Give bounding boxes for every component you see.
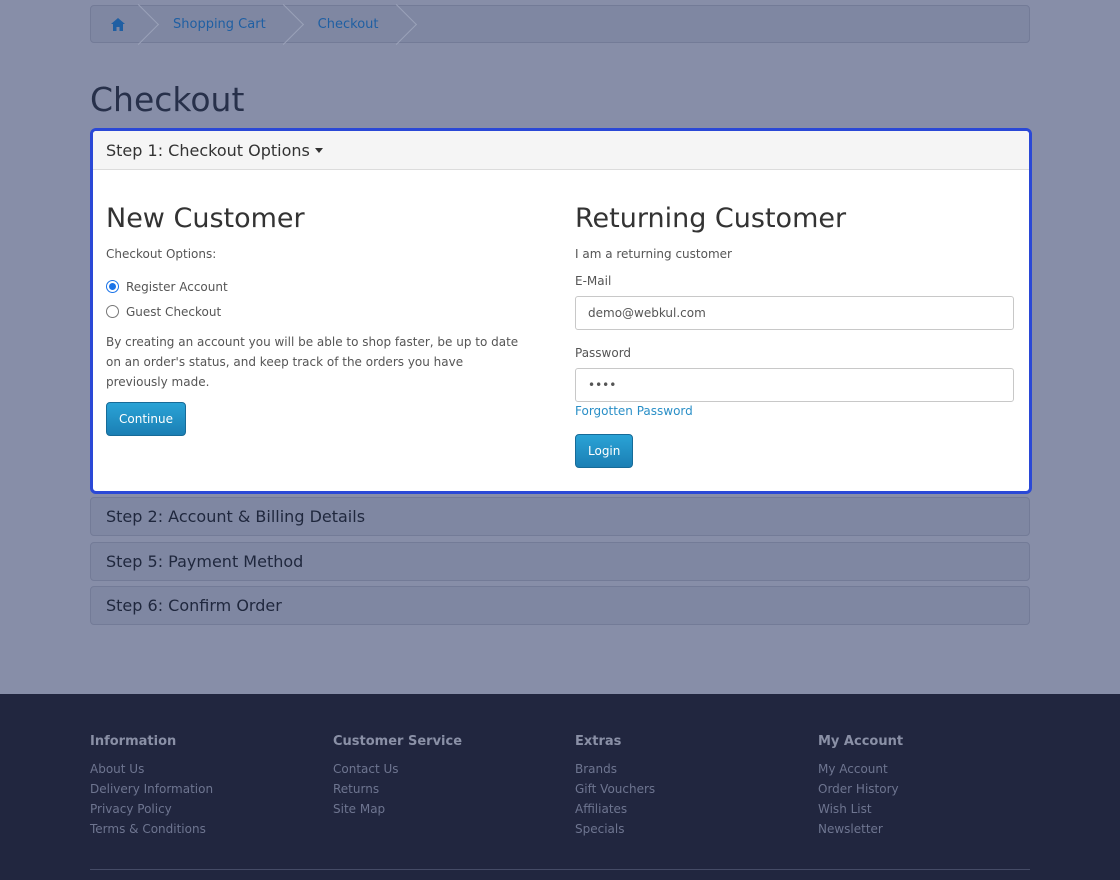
footer-customer-service: Customer Service Contact Us Returns Site…	[333, 734, 462, 819]
footer-my-account: My Account My Account Order History Wish…	[818, 734, 903, 839]
footer-divider	[90, 869, 1030, 870]
footer: Information About Us Delivery Informatio…	[0, 694, 1120, 880]
footer-link-gift-vouchers[interactable]: Gift Vouchers	[575, 779, 655, 799]
step5-title: Step 5: Payment Method	[106, 552, 304, 571]
forgotten-password-link[interactable]: Forgotten Password	[575, 404, 1015, 418]
footer-information-heading: Information	[90, 734, 177, 749]
footer-link-site-map[interactable]: Site Map	[333, 799, 462, 819]
returning-customer-heading: Returning Customer	[575, 203, 847, 234]
register-account-radio[interactable]	[106, 280, 119, 293]
footer-link-wish-list[interactable]: Wish List	[818, 799, 903, 819]
step6-panel[interactable]: Step 6: Confirm Order	[90, 586, 1030, 625]
footer-link-my-account[interactable]: My Account	[818, 759, 903, 779]
footer-link-privacy-policy[interactable]: Privacy Policy	[90, 799, 213, 819]
footer-link-brands[interactable]: Brands	[575, 759, 655, 779]
step1-panel: Step 1: Checkout Options New Customer Ch…	[90, 128, 1032, 494]
home-icon	[111, 17, 125, 31]
register-account-label: Register Account	[126, 279, 228, 294]
register-account-option[interactable]: Register Account	[106, 274, 546, 299]
caret-down-icon	[314, 147, 323, 153]
footer-link-terms-conditions[interactable]: Terms & Conditions	[90, 819, 213, 839]
page-title: Checkout	[90, 80, 245, 119]
new-customer-heading: New Customer	[106, 203, 305, 234]
footer-extras-heading: Extras	[575, 734, 622, 749]
footer-customer-service-heading: Customer Service	[333, 734, 463, 749]
footer-my-account-heading: My Account	[818, 734, 904, 749]
step6-title: Step 6: Confirm Order	[106, 596, 282, 615]
breadcrumb-home[interactable]	[91, 6, 145, 42]
footer-information: Information About Us Delivery Informatio…	[90, 734, 213, 839]
returning-customer-section: Returning Customer I am a returning cust…	[575, 203, 1015, 468]
step2-panel[interactable]: Step 2: Account & Billing Details	[90, 497, 1030, 536]
footer-link-returns[interactable]: Returns	[333, 779, 462, 799]
footer-link-contact-us[interactable]: Contact Us	[333, 759, 462, 779]
email-field[interactable]: demo@webkul.com	[575, 296, 1014, 330]
guest-checkout-option[interactable]: Guest Checkout	[106, 299, 546, 324]
footer-link-affiliates[interactable]: Affiliates	[575, 799, 655, 819]
account-benefits-text: By creating an account you will be able …	[106, 335, 519, 389]
guest-checkout-radio[interactable]	[106, 305, 119, 318]
footer-link-delivery-information[interactable]: Delivery Information	[90, 779, 213, 799]
password-field[interactable]: ••••	[575, 368, 1014, 402]
returning-customer-subtitle: I am a returning customer	[575, 247, 732, 261]
footer-link-about-us[interactable]: About Us	[90, 759, 213, 779]
footer-extras: Extras Brands Gift Vouchers Affiliates S…	[575, 734, 655, 839]
checkout-options-label: Checkout Options:	[106, 247, 217, 261]
breadcrumb-checkout[interactable]: Checkout	[290, 6, 403, 42]
step5-panel[interactable]: Step 5: Payment Method	[90, 542, 1030, 581]
footer-link-specials[interactable]: Specials	[575, 819, 655, 839]
guest-checkout-label: Guest Checkout	[126, 304, 222, 319]
step1-header[interactable]: Step 1: Checkout Options	[93, 131, 1029, 170]
footer-link-newsletter[interactable]: Newsletter	[818, 819, 903, 839]
new-customer-section: New Customer Checkout Options: Register …	[106, 203, 546, 436]
login-button[interactable]: Login	[575, 434, 634, 468]
breadcrumb: Shopping Cart Checkout	[90, 5, 1030, 43]
step2-title: Step 2: Account & Billing Details	[106, 507, 366, 526]
password-label: Password	[575, 346, 632, 360]
email-label: E-Mail	[575, 274, 612, 288]
breadcrumb-shopping-cart[interactable]: Shopping Cart	[145, 6, 290, 42]
continue-button[interactable]: Continue	[106, 402, 186, 436]
footer-link-order-history[interactable]: Order History	[818, 779, 903, 799]
step1-title: Step 1: Checkout Options	[106, 140, 310, 160]
